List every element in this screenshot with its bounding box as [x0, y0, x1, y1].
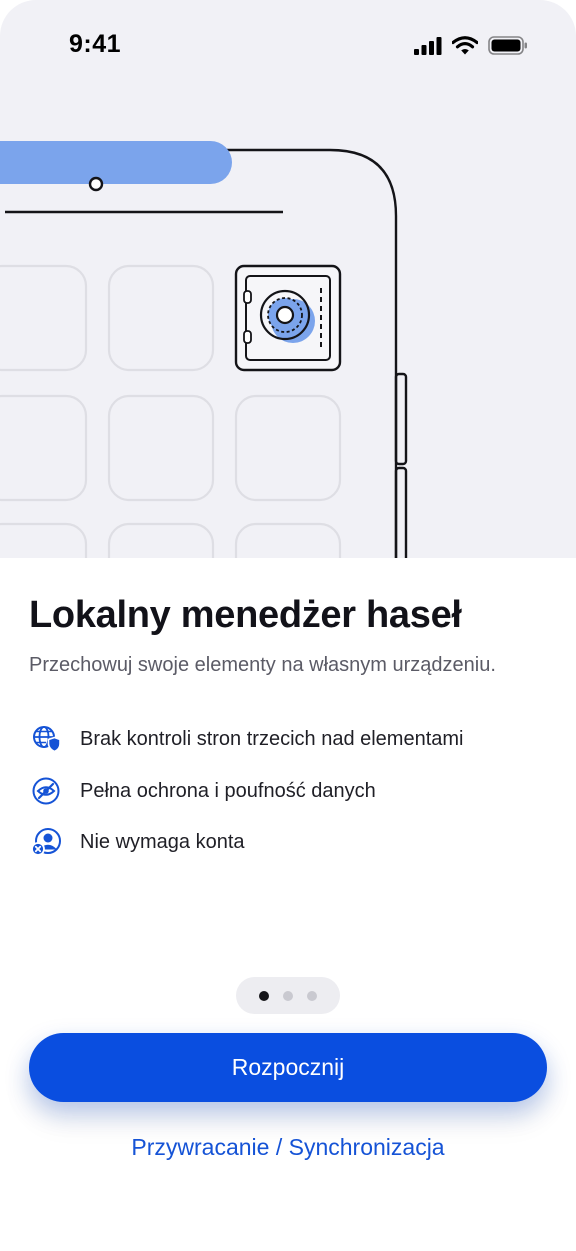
feature-label: Brak kontroli stron trzecich nad element…	[80, 727, 464, 750]
user-no-account-icon	[29, 825, 63, 859]
feature-label: Pełna ochrona i poufność danych	[80, 779, 376, 802]
feature-item-privacy: Pełna ochrona i poufność danych	[29, 774, 376, 808]
wifi-icon	[452, 36, 478, 55]
safe-icon	[234, 264, 342, 372]
page-dot-2[interactable]	[283, 990, 293, 1001]
page-indicator[interactable]	[236, 977, 340, 1014]
page-subtitle: Przechowuj swoje elementy na własnym urz…	[29, 654, 496, 676]
app-screen: 9:41 Lokalny menedżer haseł Przechowuj s…	[0, 0, 576, 1251]
feature-label: Nie wymaga konta	[80, 830, 245, 853]
page-dot-1[interactable]	[259, 990, 269, 1001]
hero-illustration-area: 9:41	[0, 0, 576, 558]
feature-item-no-account: Nie wymaga konta	[29, 825, 245, 859]
cellular-signal-icon	[414, 36, 442, 55]
start-button[interactable]: Rozpocznij	[29, 1033, 547, 1102]
battery-icon	[488, 36, 527, 55]
page-dot-3[interactable]	[307, 990, 317, 1001]
hero-accent-pill	[0, 141, 232, 184]
page-title: Lokalny menedżer haseł	[29, 594, 462, 636]
globe-shield-icon	[29, 722, 63, 756]
status-bar: 9:41	[0, 0, 576, 92]
feature-item-no-third-party: Brak kontroli stron trzecich nad element…	[29, 722, 464, 756]
eye-slash-icon	[29, 774, 63, 808]
restore-sync-link[interactable]: Przywracanie / Synchronizacja	[0, 1134, 576, 1161]
status-time: 9:41	[69, 30, 122, 58]
status-icons	[414, 36, 528, 55]
